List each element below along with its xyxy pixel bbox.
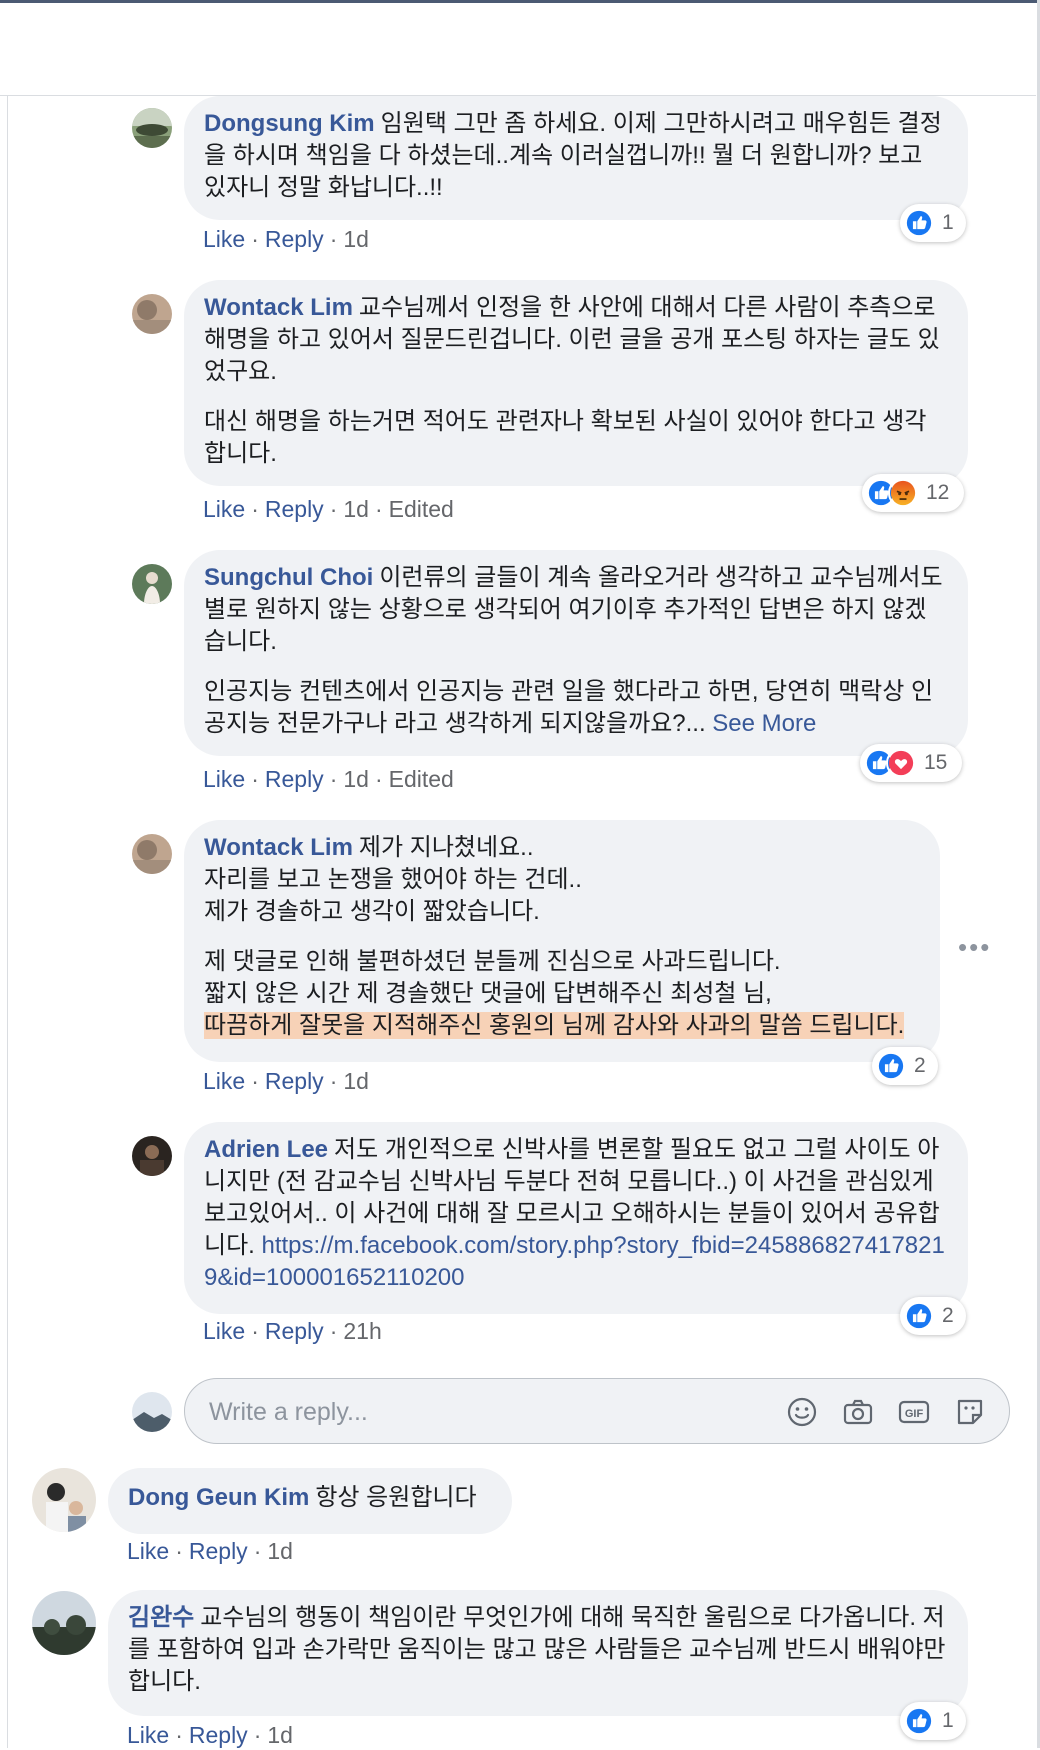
- comment-author[interactable]: 김완수: [128, 1604, 194, 1631]
- comment-actions: Like · Reply · 1d: [127, 1722, 293, 1748]
- like-button[interactable]: Like: [203, 1318, 245, 1344]
- avatar[interactable]: [132, 834, 172, 874]
- comment-text: 제가 지나쳤네요..: [358, 834, 534, 861]
- reaction-count: 1: [942, 211, 954, 234]
- reaction-summary[interactable]: 1: [900, 204, 966, 242]
- reply-button[interactable]: Reply: [265, 226, 324, 252]
- shared-link[interactable]: https://m.facebook.com/story.php?story_f…: [204, 1232, 945, 1291]
- camera-icon[interactable]: [841, 1395, 875, 1429]
- comment-text: 제가 경솔하고 생각이 짧았습니다.: [204, 898, 540, 925]
- like-button[interactable]: Like: [127, 1538, 169, 1564]
- reaction-summary[interactable]: 2: [872, 1047, 938, 1085]
- reply-button[interactable]: Reply: [265, 496, 324, 522]
- comment-author[interactable]: Sungchul Choi: [204, 564, 373, 591]
- timestamp[interactable]: 1d: [343, 766, 369, 792]
- comment-actions: Like · Reply · 1d: [203, 226, 369, 252]
- timestamp[interactable]: 1d: [267, 1538, 293, 1564]
- reply-composer: GIF: [184, 1378, 1010, 1444]
- like-button[interactable]: Like: [203, 1068, 245, 1094]
- comment-actions: Like · Reply · 1d · Edited: [203, 766, 454, 792]
- like-button[interactable]: Like: [203, 226, 245, 252]
- comment-text: 대신 해명을 하는거면 적어도 관련자나 확보된 사실이 있어야 한다고 생각합…: [204, 408, 927, 467]
- avatar[interactable]: [32, 1591, 96, 1655]
- comment-author[interactable]: Adrien Lee: [204, 1136, 328, 1163]
- reaction-count: 2: [942, 1304, 954, 1327]
- like-button[interactable]: Like: [127, 1722, 169, 1748]
- comment-text: 항상 응원합니다: [315, 1484, 477, 1511]
- angry-reaction-icon: [888, 478, 918, 508]
- comment-bubble: Adrien Lee 저도 개인적으로 신박사를 변론할 필요도 없고 그럴 사이…: [184, 1122, 968, 1314]
- my-avatar: [132, 1392, 172, 1432]
- comment-author[interactable]: Wontack Lim: [204, 294, 353, 321]
- highlighted-text: 따끔하게 잘못을 지적해주신 홍원의 님께 감사와 사과의 말씀 드립니다.: [204, 1012, 905, 1039]
- sticker-icon[interactable]: [953, 1395, 987, 1429]
- reaction-summary[interactable]: 2: [900, 1297, 966, 1335]
- timestamp[interactable]: 1d: [343, 1068, 369, 1094]
- reaction-count: 15: [924, 751, 948, 774]
- avatar[interactable]: [32, 1468, 96, 1532]
- reaction-count: 12: [926, 481, 950, 504]
- edited-label[interactable]: Edited: [389, 496, 454, 522]
- timestamp[interactable]: 1d: [267, 1722, 293, 1748]
- reply-button[interactable]: Reply: [265, 1068, 324, 1094]
- like-reaction-icon: [904, 1301, 934, 1331]
- thread-line: [7, 96, 8, 1748]
- like-reaction-icon: [876, 1051, 906, 1081]
- reply-input[interactable]: [207, 1393, 691, 1431]
- comment-bubble: Wontack Lim 교수님께서 인정을 한 사안에 대해서 다른 사람이 추측…: [184, 280, 968, 486]
- timestamp[interactable]: 1d: [343, 226, 369, 252]
- like-reaction-icon: [904, 1706, 934, 1736]
- avatar[interactable]: [132, 294, 172, 334]
- reaction-summary[interactable]: 15: [860, 744, 962, 782]
- comment-actions: Like · Reply · 21h: [203, 1318, 382, 1344]
- like-button[interactable]: Like: [203, 766, 245, 792]
- more-options-icon[interactable]: •••: [958, 932, 991, 963]
- comment-text: 제 댓글로 인해 불편하셨던 분들께 진심으로 사과드립니다.: [204, 948, 781, 975]
- comment-author[interactable]: Dong Geun Kim: [128, 1484, 309, 1511]
- reply-button[interactable]: Reply: [265, 1318, 324, 1344]
- reply-button[interactable]: Reply: [265, 766, 324, 792]
- comment-bubble: Dong Geun Kim 항상 응원합니다: [108, 1468, 512, 1534]
- avatar[interactable]: [132, 564, 172, 604]
- comment-text: 자리를 보고 논쟁을 했어야 하는 건데..: [204, 866, 582, 893]
- reaction-count: 2: [914, 1054, 926, 1077]
- reaction-count: 1: [942, 1709, 954, 1732]
- see-more-link[interactable]: See More: [712, 710, 816, 737]
- timestamp[interactable]: 21h: [343, 1318, 381, 1344]
- reply-button[interactable]: Reply: [189, 1538, 248, 1564]
- comment-author[interactable]: Wontack Lim: [204, 834, 353, 861]
- love-reaction-icon: [886, 748, 916, 778]
- header-panel: [0, 3, 1036, 96]
- comment-bubble: Dongsung Kim 임원택 그만 좀 하세요. 이제 그만하시려고 매우힘든…: [184, 96, 968, 220]
- timestamp[interactable]: 1d: [343, 496, 369, 522]
- reaction-summary[interactable]: 1: [900, 1702, 966, 1740]
- comment-author[interactable]: Dongsung Kim: [204, 110, 375, 137]
- reply-button[interactable]: Reply: [189, 1722, 248, 1748]
- comment-text: 짧지 않은 시간 제 경솔했단 댓글에 답변해주신 최성철 님,: [204, 980, 772, 1007]
- gif-icon[interactable]: GIF: [897, 1395, 931, 1429]
- emoji-icon[interactable]: [785, 1395, 819, 1429]
- avatar[interactable]: [132, 108, 172, 148]
- comment-actions: Like · Reply · 1d · Edited: [203, 496, 454, 522]
- reaction-summary[interactable]: 12: [862, 474, 964, 512]
- comment-text: 교수님의 행동이 책임이란 무엇인가에 대해 묵직한 울림으로 다가옵니다. 저…: [128, 1604, 946, 1695]
- avatar[interactable]: [132, 1136, 172, 1176]
- comment-actions: Like · Reply · 1d: [127, 1538, 293, 1564]
- comment-bubble: Wontack Lim 제가 지나쳤네요.. 자리를 보고 논쟁을 했어야 하는 건…: [184, 820, 940, 1062]
- comment-bubble: Sungchul Choi 이런류의 글들이 계속 올라오거라 생각하고 교수님께…: [184, 550, 968, 756]
- comment-actions: Like · Reply · 1d: [203, 1068, 369, 1094]
- comment-bubble: 김완수 교수님의 행동이 책임이란 무엇인가에 대해 묵직한 울림으로 다가옵니다…: [108, 1590, 968, 1716]
- like-reaction-icon: [904, 208, 934, 238]
- svg-text:GIF: GIF: [905, 1408, 924, 1420]
- edited-label[interactable]: Edited: [389, 766, 454, 792]
- like-button[interactable]: Like: [203, 496, 245, 522]
- comment-text: 인공지능 컨텐츠에서 인공지능 관련 일을 했다라고 하면, 당연히 맥락상 인…: [204, 678, 934, 737]
